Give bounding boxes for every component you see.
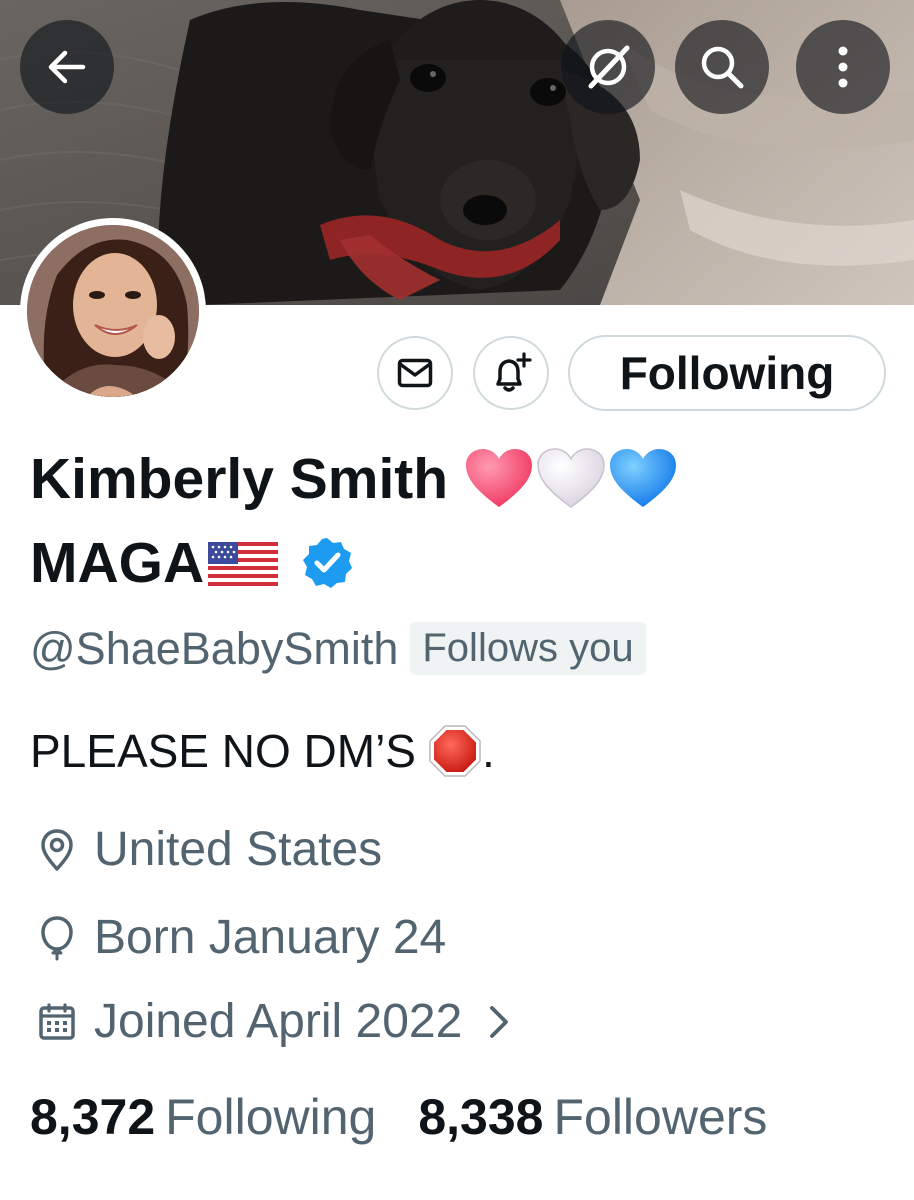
following-stat[interactable]: 8,372 Following <box>30 1088 376 1146</box>
birthday-row: Born January 24 <box>30 910 446 965</box>
handle-row: @ShaeBabySmith Follows you <box>30 622 646 675</box>
follows-you-badge: Follows you <box>410 622 646 675</box>
search-button[interactable] <box>675 20 769 114</box>
following-count: 8,372 <box>30 1089 156 1145</box>
more-vertical-icon <box>838 46 848 88</box>
following-button[interactable]: Following <box>568 335 886 411</box>
display-name-suffix: MAGA <box>30 531 205 595</box>
balloon-icon <box>30 915 84 961</box>
more-button[interactable] <box>796 20 890 114</box>
stop-sign-emoji <box>429 725 481 777</box>
message-button[interactable] <box>377 336 453 410</box>
avatar-image <box>27 225 199 397</box>
back-button[interactable] <box>20 20 114 114</box>
bio-suffix: . <box>482 725 495 777</box>
bio: PLEASE NO DM’S . <box>30 724 495 778</box>
joined-text: Joined April 2022 <box>94 995 463 1048</box>
location-text: United States <box>94 823 383 876</box>
verified-badge-icon[interactable] <box>300 536 354 590</box>
location-row: United States <box>30 822 382 877</box>
display-name-line1: Kimberly Smith <box>30 446 680 512</box>
location-pin-icon <box>30 828 84 872</box>
us-flag-emoji <box>208 542 279 586</box>
birthday-text: Born January 24 <box>94 911 447 964</box>
search-icon <box>701 46 744 89</box>
chevron-right-icon <box>490 1005 509 1038</box>
blue-heart-emoji <box>610 449 677 507</box>
pink-heart-emoji <box>466 449 533 507</box>
profile-stats: 8,372 Following 8,338 Followers <box>30 1088 767 1146</box>
hearts <box>464 447 680 511</box>
avatar[interactable] <box>20 218 206 404</box>
display-name: Kimberly Smith <box>30 447 449 511</box>
grok-button[interactable] <box>561 20 655 114</box>
followers-count: 8,338 <box>418 1089 544 1145</box>
arrow-left-icon <box>48 50 86 84</box>
bio-text: PLEASE NO DM’S <box>30 725 416 777</box>
calendar-icon <box>30 1002 84 1041</box>
envelope-icon <box>397 358 433 388</box>
handle: @ShaeBabySmith <box>30 622 399 674</box>
followers-label: Followers <box>553 1089 768 1145</box>
joined-row[interactable]: Joined April 2022 <box>30 994 512 1049</box>
display-name-line2: MAGA <box>30 530 354 596</box>
followers-stat[interactable]: 8,338 Followers <box>418 1088 767 1146</box>
grok-icon <box>588 45 630 89</box>
bell-plus-icon <box>496 352 532 392</box>
white-heart-emoji <box>537 448 605 508</box>
notify-button[interactable] <box>473 336 549 410</box>
following-label: Following <box>165 1089 377 1145</box>
